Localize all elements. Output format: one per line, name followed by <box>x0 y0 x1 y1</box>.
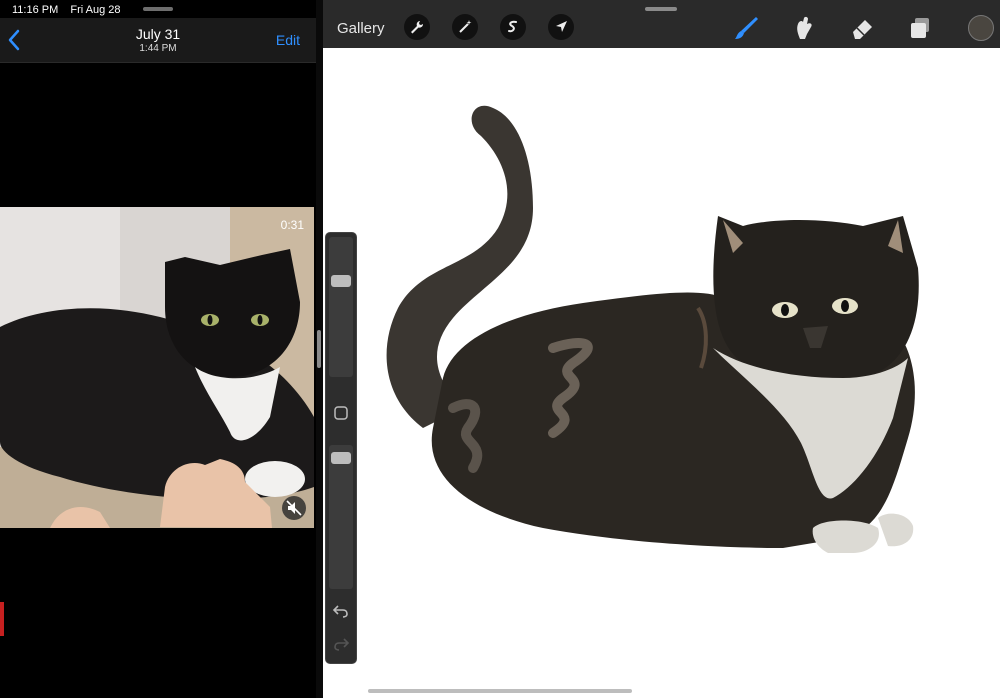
photos-pane: 11:16 PM Fri Aug 28 July 31 1:44 PM Edit <box>0 0 316 698</box>
transform-button[interactable] <box>548 14 574 40</box>
status-date: Fri Aug 28 <box>70 4 121 16</box>
brush-size-thumb[interactable] <box>331 275 351 287</box>
square-icon <box>334 406 348 420</box>
actions-button[interactable] <box>404 14 430 40</box>
wrench-icon <box>411 21 424 34</box>
photos-nav-bar: July 31 1:44 PM Edit <box>0 18 316 63</box>
brush-icon <box>735 17 758 39</box>
status-bar: 11:16 PM Fri Aug 28 <box>12 4 129 16</box>
smudge-tool[interactable] <box>790 14 818 42</box>
status-time: 11:16 PM <box>12 4 59 16</box>
canvas-scroll-indicator[interactable] <box>368 689 632 693</box>
selection-icon <box>508 20 517 33</box>
multitasking-handle[interactable] <box>143 7 173 11</box>
redo-icon <box>334 638 350 651</box>
procreate-toolbar: Gallery <box>323 0 1000 48</box>
redo-button[interactable] <box>332 636 350 652</box>
mute-icon <box>286 500 302 516</box>
eraser-tool[interactable] <box>848 14 876 42</box>
brush-opacity-slider[interactable] <box>329 445 353 589</box>
photo-time-subtitle: 1:44 PM <box>139 43 177 54</box>
magic-wand-icon <box>459 20 472 33</box>
color-picker-button[interactable] <box>968 15 994 41</box>
smudge-icon <box>797 16 812 39</box>
adjustments-button[interactable] <box>452 14 478 40</box>
layers-icon <box>911 18 929 38</box>
brush-tool[interactable] <box>732 14 760 42</box>
selection-button[interactable] <box>500 14 526 40</box>
cat-painting <box>386 105 919 553</box>
drawing-canvas[interactable] <box>323 48 1000 690</box>
video-player[interactable]: 0:31 <box>0 207 314 528</box>
procreate-sidebar <box>325 232 357 664</box>
brush-size-slider[interactable] <box>329 237 353 377</box>
brush-opacity-thumb[interactable] <box>331 452 351 464</box>
cat-video-frame <box>0 207 314 528</box>
undo-button[interactable] <box>332 603 350 619</box>
eraser-icon <box>853 20 872 39</box>
modify-button[interactable] <box>333 405 349 421</box>
layers-tool[interactable] <box>906 14 934 42</box>
video-duration: 0:31 <box>280 218 304 232</box>
mute-button[interactable] <box>282 496 306 520</box>
edit-button[interactable]: Edit <box>276 32 300 48</box>
undo-icon <box>332 605 348 618</box>
divider-grip[interactable] <box>317 330 321 368</box>
multitasking-handle-right[interactable] <box>645 7 677 11</box>
gallery-button[interactable]: Gallery <box>337 20 385 37</box>
procreate-pane: Gallery <box>323 0 1000 698</box>
photo-date-title: July 31 <box>135 26 181 42</box>
transform-arrow-icon <box>556 21 567 32</box>
thumbnail-edge <box>0 602 4 636</box>
